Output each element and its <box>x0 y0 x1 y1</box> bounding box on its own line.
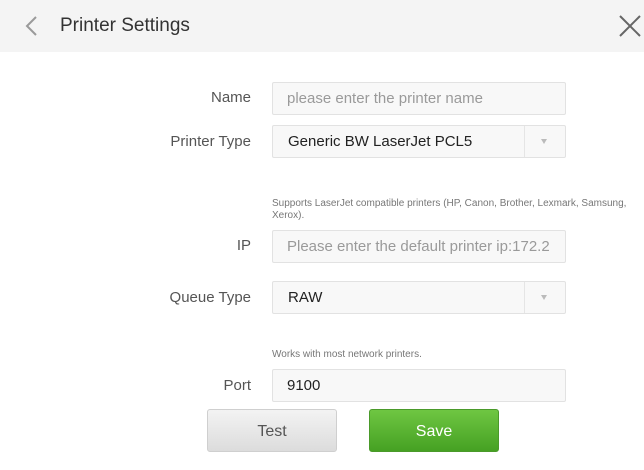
printer-type-select[interactable]: Generic BW LaserJet PCL5 <box>272 125 566 158</box>
chevron-left-icon[interactable] <box>22 14 42 38</box>
printer-type-value: Generic BW LaserJet PCL5 <box>288 133 473 150</box>
queue-type-label: Queue Type <box>169 289 251 306</box>
chevron-down-icon <box>524 126 565 157</box>
queue-type-select[interactable]: RAW <box>272 281 566 314</box>
printer-type-hint: Supports LaserJet compatible printers (H… <box>272 198 627 221</box>
ip-field-container <box>272 230 566 263</box>
queue-type-hint: Works with most network printers. <box>272 349 422 360</box>
printer-type-label: Printer Type <box>170 133 251 150</box>
page-title: Printer Settings <box>60 15 190 36</box>
close-icon[interactable] <box>614 10 644 40</box>
ip-label: IP <box>236 237 251 254</box>
name-field-container <box>272 82 566 115</box>
port-label: Port <box>223 377 251 394</box>
ip-input[interactable] <box>273 231 565 262</box>
name-label: Name <box>210 89 251 106</box>
port-field-container <box>272 369 566 402</box>
save-button[interactable]: Save <box>369 409 499 452</box>
test-button[interactable]: Test <box>207 409 337 452</box>
header-bar: Printer Settings <box>0 0 644 52</box>
name-input[interactable] <box>273 83 565 114</box>
port-input[interactable] <box>273 370 565 401</box>
queue-type-value: RAW <box>288 289 323 306</box>
chevron-down-icon <box>524 282 565 313</box>
